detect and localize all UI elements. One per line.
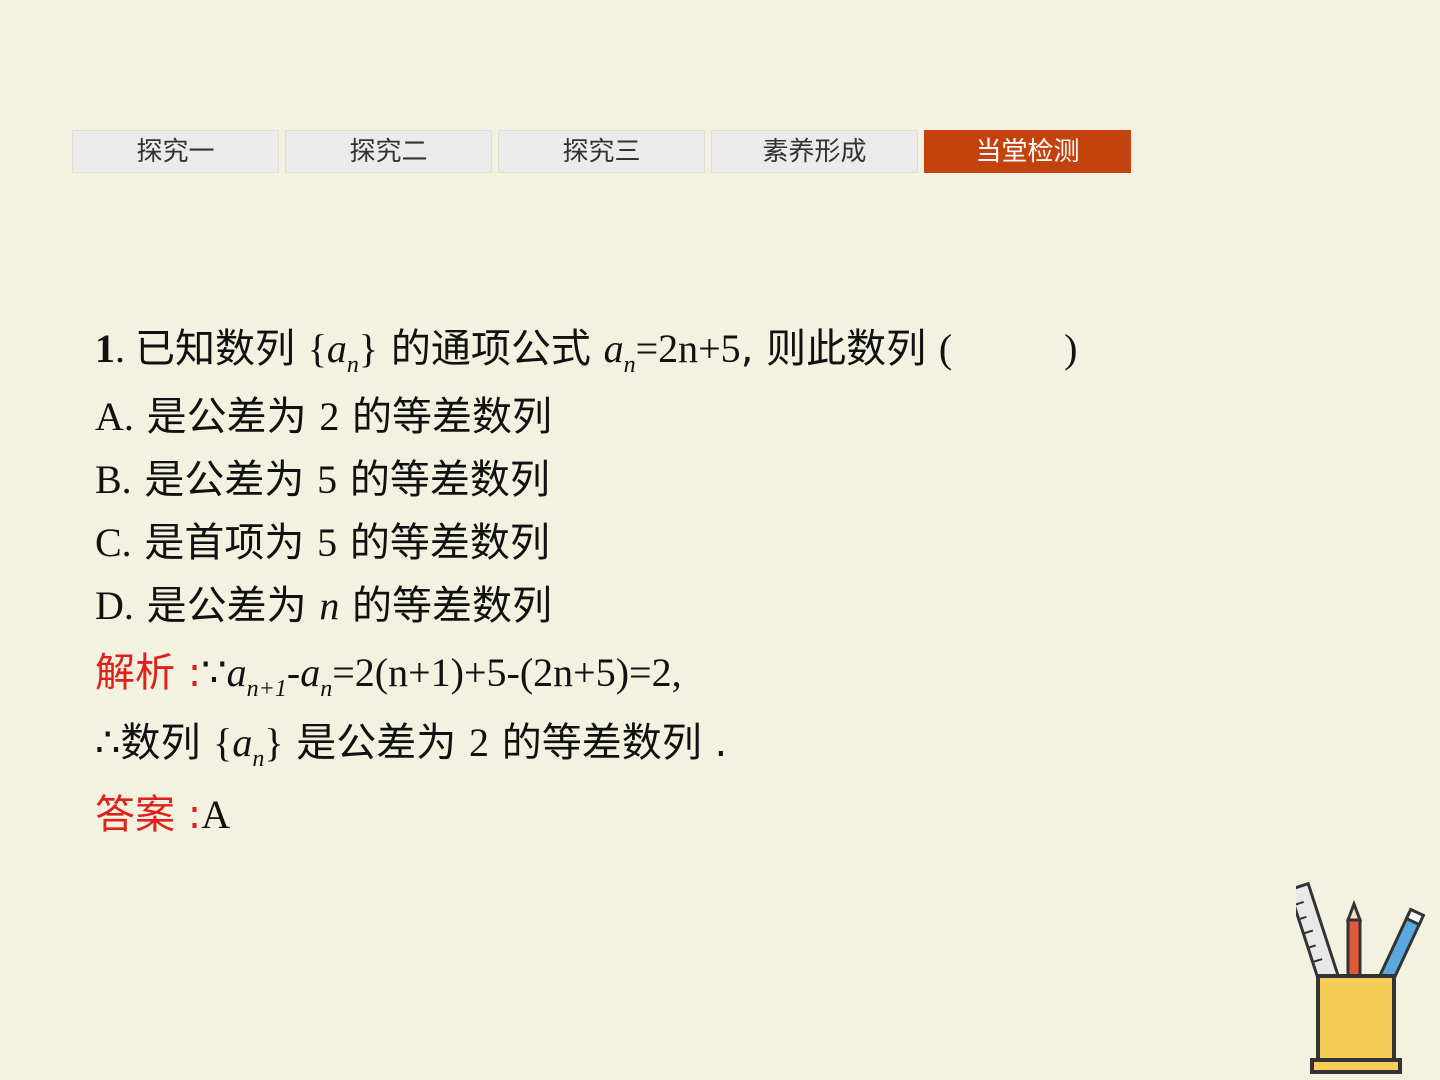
seq-subscript: n <box>346 352 359 378</box>
conclusion-text: 是公差为 <box>296 720 457 766</box>
answer-line: 答案 :A <box>95 788 230 842</box>
option-a[interactable]: A. 是公差为 2 的等差数列 <box>95 390 552 444</box>
option-text: 的等差数列 <box>352 583 553 629</box>
option-value: 5 <box>317 457 338 502</box>
option-text: 的等差数列 <box>349 457 550 503</box>
option-text: 是公差为 <box>144 457 305 503</box>
conclusion-text: 的等差数列 . <box>501 720 728 766</box>
tab-explore-3[interactable]: 探究三 <box>498 130 705 173</box>
because-symbol: ∵ <box>201 650 227 695</box>
option-c[interactable]: C. 是首项为 5 的等差数列 <box>95 516 550 570</box>
answer-paren-open: ( <box>938 326 953 371</box>
analysis-colon: : <box>187 650 202 696</box>
formula-lhs: a <box>603 326 624 371</box>
option-value: n <box>319 583 340 628</box>
tab-explore-2[interactable]: 探究二 <box>285 130 492 173</box>
seq-subscript: n <box>320 676 333 702</box>
option-letter: D. <box>95 583 134 628</box>
nav-tabs: 探究一 探究二 探究三 素养形成 当堂检测 <box>72 130 1132 173</box>
formula-rhs: =2n+5 <box>635 326 741 371</box>
answer-value: A <box>201 792 231 837</box>
analysis-formula: =2(n+1)+5-(2n+5)=2, <box>332 650 682 695</box>
option-value: 2 <box>319 394 340 439</box>
stem-text-2: 的通项公式 <box>390 326 591 372</box>
seq-symbol: a <box>300 650 321 695</box>
tab-class-test[interactable]: 当堂检测 <box>924 130 1131 173</box>
option-text: 是公差为 <box>146 583 307 629</box>
minus-sign: - <box>286 650 301 695</box>
option-d[interactable]: D. 是公差为 n 的等差数列 <box>95 579 552 633</box>
tab-literacy[interactable]: 素养形成 <box>711 130 918 173</box>
option-letter: A. <box>95 394 134 439</box>
stem-text-3: , 则此数列 <box>740 326 927 372</box>
option-letter: B. <box>95 457 132 502</box>
conclusion-value: 2 <box>469 720 490 765</box>
option-text: 是公差为 <box>146 394 307 440</box>
therefore-symbol: ∴ <box>95 720 121 765</box>
seq-subscript: n+1 <box>246 676 287 702</box>
option-value: 5 <box>317 520 338 565</box>
option-b[interactable]: B. 是公差为 5 的等差数列 <box>95 453 550 507</box>
seq-symbol: a <box>232 720 253 765</box>
answer-paren-close: ) <box>1064 326 1078 371</box>
option-text: 的等差数列 <box>352 394 553 440</box>
conclusion-line: ∴数列 {an} 是公差为 2 的等差数列 . <box>95 720 728 772</box>
answer-label: 答案 <box>95 792 175 838</box>
stem-text-1: 已知数列 <box>135 326 295 372</box>
conclusion-text: 数列 <box>120 720 201 766</box>
pencil-holder-icon <box>1296 881 1426 1074</box>
seq-symbol: a <box>226 650 247 695</box>
option-text: 是首项为 <box>144 520 305 566</box>
question-number: 1 <box>95 326 115 371</box>
answer-colon: : <box>187 792 202 838</box>
question-stem: 1. 已知数列 {an} 的通项公式 an=2n+5, 则此数列 () <box>95 326 1078 378</box>
seq-symbol: a <box>326 326 347 371</box>
seq-subscript: n <box>252 746 265 772</box>
option-letter: C. <box>95 520 132 565</box>
option-text: 的等差数列 <box>349 520 550 566</box>
formula-subscript: n <box>623 352 636 378</box>
analysis-label: 解析 <box>95 650 175 696</box>
tab-explore-1[interactable]: 探究一 <box>72 130 279 173</box>
analysis-line: 解析 :∵an+1-an=2(n+1)+5-(2n+5)=2, <box>95 646 682 702</box>
